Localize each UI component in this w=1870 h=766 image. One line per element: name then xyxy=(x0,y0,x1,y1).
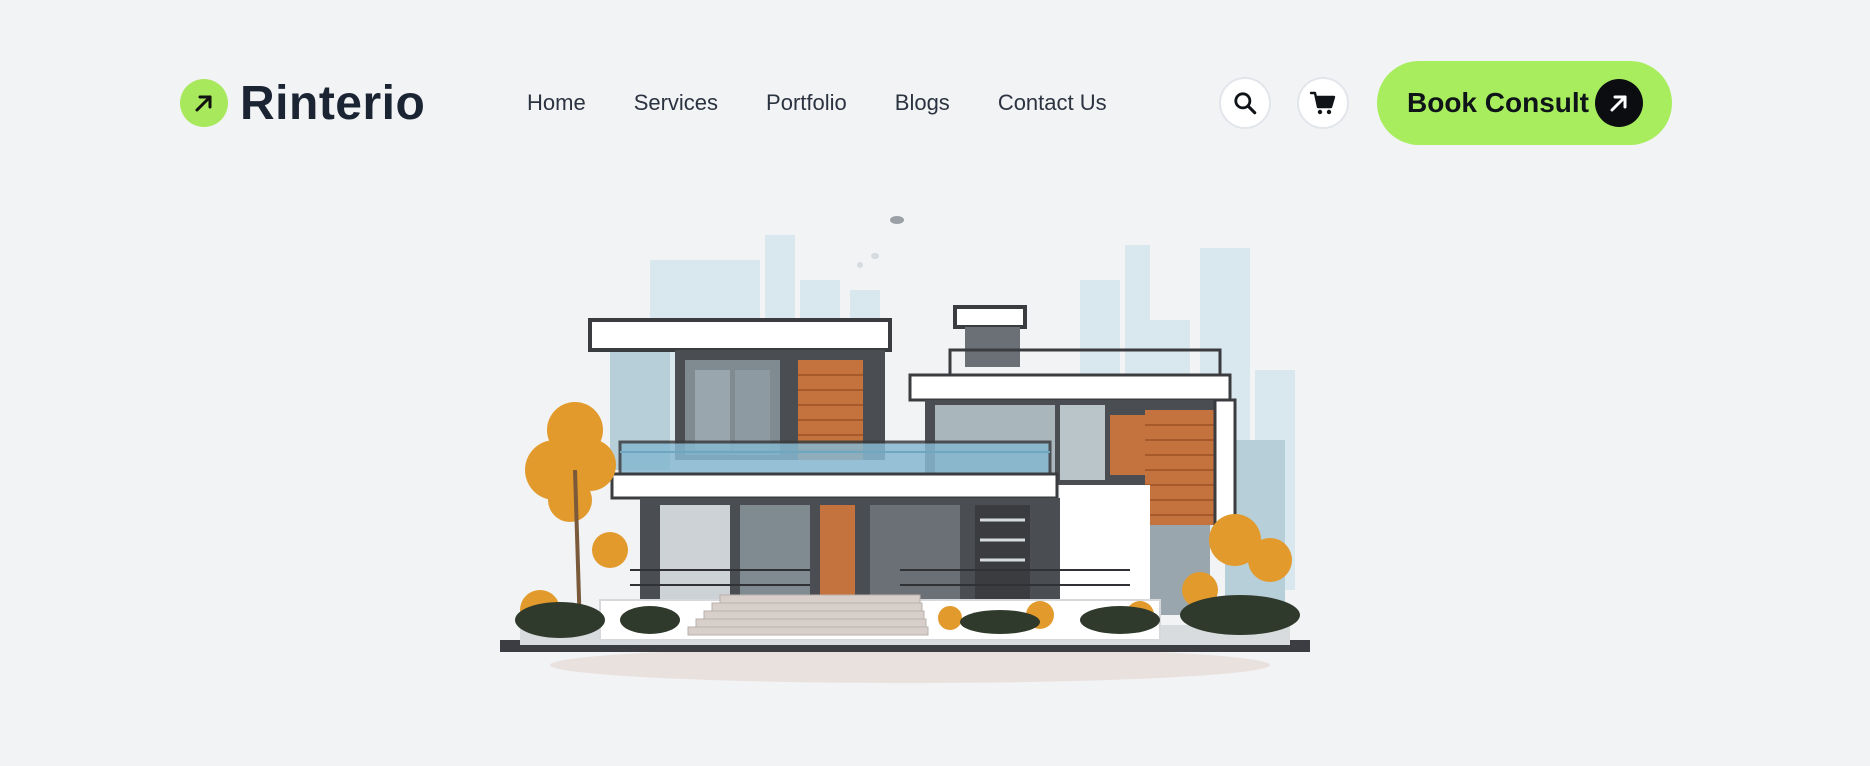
nav-home[interactable]: Home xyxy=(527,90,586,116)
arrow-up-right-icon xyxy=(180,79,228,127)
search-icon xyxy=(1234,92,1257,115)
book-consult-button[interactable]: Book Consult xyxy=(1377,61,1672,145)
nav-services[interactable]: Services xyxy=(634,90,718,116)
brand-logo[interactable]: Rinterio xyxy=(180,76,426,130)
main-nav: Home Services Portfolio Blogs Contact Us xyxy=(527,86,1107,120)
hero-house-illustration xyxy=(480,170,1380,730)
nav-portfolio[interactable]: Portfolio xyxy=(766,90,847,116)
nav-blogs[interactable]: Blogs xyxy=(895,90,950,116)
cart-icon xyxy=(1309,91,1336,115)
book-consult-label: Book Consult xyxy=(1407,87,1589,118)
cart-button[interactable] xyxy=(1297,77,1349,129)
brand-name: Rinterio xyxy=(240,76,426,130)
arrow-up-right-icon xyxy=(1595,79,1643,127)
search-button[interactable] xyxy=(1219,77,1271,129)
nav-contact-us[interactable]: Contact Us xyxy=(998,90,1107,116)
